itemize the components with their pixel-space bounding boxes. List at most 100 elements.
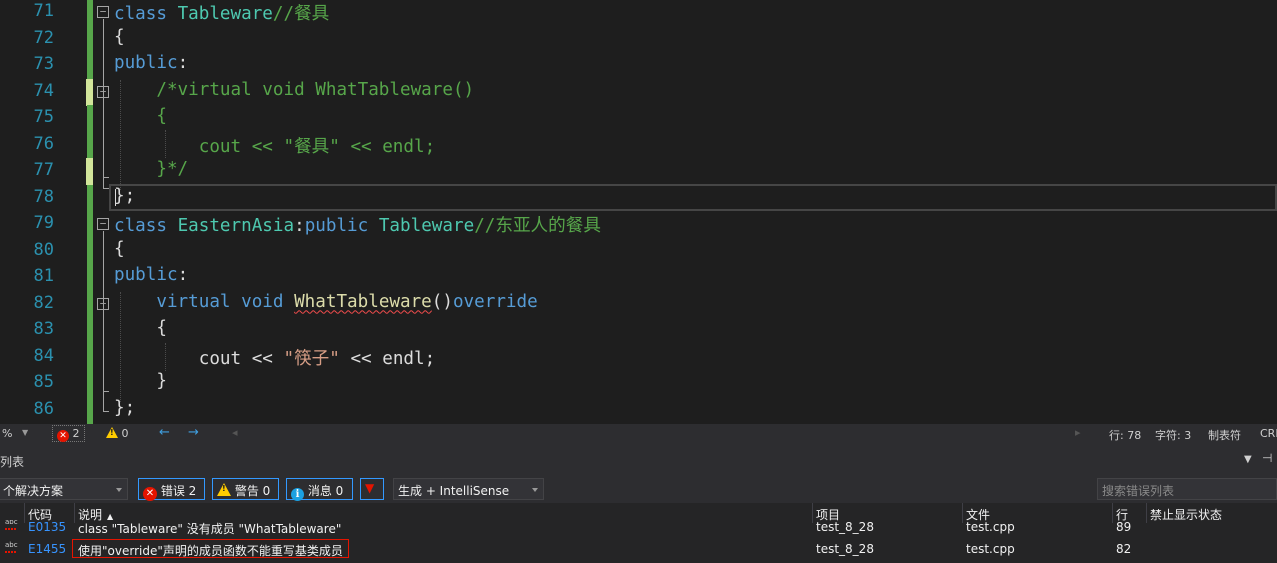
code-token: : [177,265,189,285]
code-line[interactable]: 84 cout << "筷子" << endl; [0,343,1277,371]
line-number: 86 [33,398,54,419]
code-text: } [114,371,167,391]
error-list-toolbar: 个解决方案 ✕ 错误 2 警告 0 i 消息 0 ▼ 生成 + IntelliS… [0,475,1277,503]
error-description: class "Tableware" 没有成员 "WhatTableware" [78,522,342,536]
error-project: test_8_28 [816,542,874,556]
code-editor[interactable]: 71−class Tableware//餐具72{73public:74− /*… [0,0,1277,424]
scroll-left-icon[interactable]: ◂ [232,426,238,439]
line-number: 81 [33,266,54,286]
code-token: override [452,291,538,312]
status-warning-count[interactable]: 0 [106,427,129,440]
change-indicator [87,105,93,132]
code-line[interactable]: 75 { [0,105,1277,132]
error-squiggle-token: WhatTableware [294,291,432,312]
change-indicator [87,211,93,238]
messages-filter-button[interactable]: i 消息 0 [286,478,353,501]
code-line[interactable]: 71 − class Tableware//餐具 [0,0,1277,26]
code-line[interactable]: 78}; [0,184,1277,212]
code-token: class [114,4,178,24]
line-number: 75 [33,107,54,127]
code-token: { [114,238,125,259]
indent-guide [120,292,121,402]
error-icon: ✕ [143,487,157,501]
code-text: /*virtual void WhatTableware() [114,80,474,100]
code-token: public [114,265,178,285]
cursor-line[interactable]: 行: 78 [1109,427,1141,443]
change-indicator [87,264,93,291]
error-line: 89 [1116,520,1132,534]
code-line[interactable]: 74− /*virtual void WhatTableware() [0,78,1277,106]
error-list-panel: 列表 ▼ ⊣ 个解决方案 ✕ 错误 2 警告 0 i 消息 0 ▼ 生成 + I… [0,444,1277,563]
code-token: /*virtual void WhatTableware() [114,79,475,100]
error-code[interactable]: E1455 [28,542,66,556]
zoom-dropdown-icon[interactable]: ▼ [22,428,28,437]
search-error-list-input[interactable]: 搜索错误列表 [1097,478,1277,500]
code-line[interactable]: 85 } [0,370,1277,397]
code-line[interactable]: 81 public: [0,264,1277,291]
error-row[interactable]: abc E1455 使用"override"声明的成员函数不能重写基类成员 te… [0,538,1277,559]
build-filter-dropdown[interactable]: 生成 + IntelliSense [393,478,544,500]
filter-toggle-button[interactable]: ▼ [360,478,384,500]
code-text: }*/ [114,159,188,179]
code-text: cout << "筷子" << endl; [114,345,435,370]
scroll-right-icon[interactable]: ▸ [1075,426,1081,439]
build-filter-label: 生成 + IntelliSense [398,484,510,498]
collapse-icon[interactable]: − [97,6,109,18]
outline-guide-end [103,177,109,178]
error-line: 82 [1116,542,1132,556]
outline-guide [103,99,104,177]
error-file: test.cpp [966,542,1015,556]
code-token: { [114,26,125,47]
panel-menu-icon[interactable]: ▼ [1244,454,1252,465]
info-icon: i [291,488,304,501]
code-line[interactable]: 79 − class EasternAsia:public Tableware//东… [0,211,1277,238]
chevron-down-icon [532,488,538,492]
code-line[interactable]: 76 cout << "餐具" << endl; [0,131,1277,159]
code-token: //餐具 [272,4,330,24]
code-token: { [114,318,167,338]
errors-filter-button[interactable]: ✕ 错误 2 [138,478,205,501]
error-file: test.cpp [966,520,1015,534]
code-line[interactable]: 80 { [0,237,1277,265]
code-token: //东亚人的餐具 [474,216,601,236]
status-error-count[interactable]: ✕ 2 [52,425,85,442]
code-token: } [114,371,167,391]
line-ending[interactable]: CRL [1260,427,1277,440]
code-token: cout << "餐具" << endl; [114,136,436,157]
change-indicator [87,237,93,265]
code-token: }; [114,397,136,418]
code-line[interactable]: 86}; [0,396,1277,424]
code-text: { [114,27,125,47]
code-line[interactable]: 77 }*/ [0,158,1277,185]
code-line[interactable]: 83 { [0,317,1277,344]
code-text: cout << "餐具" << endl; [114,133,435,158]
cursor-char[interactable]: 字符: 3 [1155,427,1191,443]
warning-icon [217,483,231,496]
code-token: public [114,53,178,73]
indent-guide [120,80,121,190]
code-text: public: [114,265,188,285]
code-token: }; [114,185,136,206]
collapse-icon[interactable]: − [97,218,109,230]
error-icon: ✕ [57,430,69,442]
navigate-forward-button[interactable]: → [188,425,199,440]
code-line[interactable]: 72 { [0,25,1277,53]
line-number: 84 [33,345,54,366]
code-line[interactable]: 73 public: [0,52,1277,79]
spellcheck-error-icon: abc [5,541,18,553]
error-code[interactable]: E0135 [28,520,66,534]
code-token: () [431,291,453,312]
navigate-back-button[interactable]: ← [159,425,170,440]
zoom-level[interactable]: % [2,427,12,440]
outline-guide-end [103,188,109,189]
scope-dropdown[interactable]: 个解决方案 [0,478,128,500]
code-token: }*/ [114,159,189,179]
line-number: 82 [33,292,54,313]
text-caret [115,189,116,206]
warnings-filter-button[interactable]: 警告 0 [212,478,279,500]
code-line[interactable]: 82− virtual void WhatTableware()override [0,290,1277,318]
code-text: class Tableware//餐具 [114,0,329,25]
tab-mode[interactable]: 制表符 [1208,427,1241,443]
line-number: 79 [33,213,54,233]
pin-icon[interactable]: ⊣ [1262,451,1272,465]
